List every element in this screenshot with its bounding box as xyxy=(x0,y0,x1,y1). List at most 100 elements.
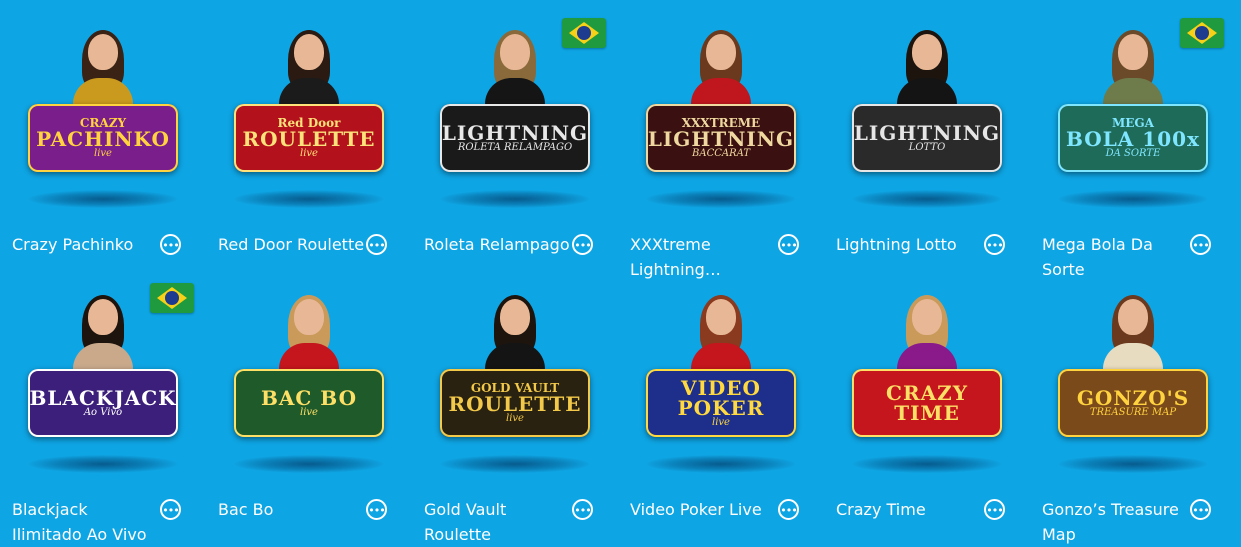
thumbnail-shadow xyxy=(646,190,796,208)
game-logo-text: LOTTO xyxy=(908,142,946,153)
dealer-face xyxy=(912,299,942,335)
game-thumbnail[interactable]: CRAZY TIME xyxy=(824,277,1030,482)
flag-globe xyxy=(1195,26,1209,40)
more-options-icon[interactable]: ••• xyxy=(984,499,1005,520)
more-options-icon[interactable]: ••• xyxy=(572,499,593,520)
more-options-icon[interactable]: ••• xyxy=(366,234,387,255)
game-title[interactable]: Red Door Roulette xyxy=(218,232,368,257)
game-tile[interactable]: BLACKJACK Ao Vivo Blackjack Ilimitado Ao V… xyxy=(0,277,206,544)
game-tile[interactable]: VIDEO POKER live Video Poker Live ••• xyxy=(618,277,824,542)
game-title[interactable]: Blackjack Ilimitado Ao Vivo xyxy=(12,497,162,547)
dealer-face xyxy=(706,299,736,335)
game-logo: Red Door ROULETTE live xyxy=(234,104,384,172)
game-tile[interactable]: LIGHTNING ROLETA RELAMPAGO Roleta Relampag… xyxy=(412,12,618,277)
game-thumbnail[interactable]: BLACKJACK Ao Vivo xyxy=(0,277,206,482)
game-title[interactable]: Video Poker Live xyxy=(630,497,780,522)
more-options-icon[interactable]: ••• xyxy=(160,234,181,255)
game-title[interactable]: Mega Bola Da Sorte xyxy=(1042,232,1192,282)
game-logo: MEGA BOLA 100x DA SORTE xyxy=(1058,104,1208,172)
flag-globe xyxy=(577,26,591,40)
game-logo: VIDEO POKER live xyxy=(646,369,796,437)
game-thumbnail[interactable]: CRAZY PACHINKO live xyxy=(0,12,206,217)
game-logo-text: VIDEO POKER xyxy=(677,376,765,420)
game-thumbnail[interactable]: LIGHTNING ROLETA RELAMPAGO xyxy=(412,12,618,217)
dealer-face xyxy=(88,299,118,335)
game-thumbnail[interactable]: BAC BO live xyxy=(206,277,412,482)
game-logo: XXXTREME LIGHTNING BACCARAT xyxy=(646,104,796,172)
game-tile[interactable]: GONZO'S TREASURE MAP Gonzo’s Treasure Map •… xyxy=(1030,277,1236,544)
game-title[interactable]: Gold Vault Roulette xyxy=(424,497,574,547)
thumbnail-shadow xyxy=(852,455,1002,473)
game-logo: CRAZY PACHINKO live xyxy=(28,104,178,172)
game-logo-text: live xyxy=(300,407,318,418)
game-logo-text: DA SORTE xyxy=(1105,148,1161,159)
game-logo-text: live xyxy=(300,148,318,159)
dealer-face xyxy=(294,299,324,335)
game-logo: CRAZY TIME xyxy=(852,369,1002,437)
more-options-icon[interactable]: ••• xyxy=(778,234,799,255)
game-thumbnail[interactable]: GONZO'S TREASURE MAP xyxy=(1030,277,1236,482)
game-thumbnail[interactable]: GOLD VAULT ROULETTE live xyxy=(412,277,618,482)
more-options-icon[interactable]: ••• xyxy=(1190,499,1211,520)
game-logo: LIGHTNING LOTTO xyxy=(852,104,1002,172)
game-logo: BAC BO live xyxy=(234,369,384,437)
thumbnail-shadow xyxy=(1058,190,1208,208)
dealer-face xyxy=(706,34,736,70)
game-tile[interactable]: CRAZY PACHINKO live Crazy Pachinko ••• xyxy=(0,12,206,277)
more-options-icon[interactable]: ••• xyxy=(160,499,181,520)
game-thumbnail[interactable]: XXXTREME LIGHTNING BACCARAT xyxy=(618,12,824,217)
game-logo-text: LIGHTNING xyxy=(647,127,795,151)
game-tile[interactable]: XXXTREME LIGHTNING BACCARAT XXXtreme Lightn… xyxy=(618,12,824,279)
game-logo-text: Ao Vivo xyxy=(83,407,123,418)
more-options-icon[interactable]: ••• xyxy=(572,234,593,255)
dealer-face xyxy=(500,299,530,335)
game-logo-text: ROLETA RELAMPAGO xyxy=(457,142,573,153)
game-logo-text: LIGHTNING xyxy=(853,121,1001,145)
game-title[interactable]: Crazy Pachinko xyxy=(12,232,162,257)
game-title[interactable]: Crazy Time xyxy=(836,497,986,522)
game-logo-text: BOLA 100x xyxy=(1066,127,1200,151)
dealer-face xyxy=(294,34,324,70)
game-thumbnail[interactable]: Red Door ROULETTE live xyxy=(206,12,412,217)
dealer-face xyxy=(912,34,942,70)
game-tile[interactable]: GOLD VAULT ROULETTE live Gold Vault Roulett… xyxy=(412,277,618,544)
more-options-icon[interactable]: ••• xyxy=(366,499,387,520)
game-grid: CRAZY PACHINKO live Crazy Pachinko ••• Red Do… xyxy=(0,0,1241,544)
game-logo-text: LIGHTNING xyxy=(441,121,589,145)
more-options-icon[interactable]: ••• xyxy=(778,499,799,520)
game-tile[interactable]: CRAZY TIME Crazy Time ••• xyxy=(824,277,1030,542)
game-logo-text: ROULETTE xyxy=(242,127,376,151)
game-logo-text: BLACKJACK xyxy=(29,386,177,410)
dealer-face xyxy=(1118,34,1148,70)
game-logo-text: live xyxy=(506,413,524,424)
dealer-face xyxy=(1118,299,1148,335)
more-options-icon[interactable]: ••• xyxy=(1190,234,1211,255)
thumbnail-shadow xyxy=(234,455,384,473)
game-title[interactable]: Roleta Relampago xyxy=(424,232,574,257)
game-tile[interactable]: MEGA BOLA 100x DA SORTE Mega Bola Da Sorte •… xyxy=(1030,12,1236,279)
thumbnail-shadow xyxy=(440,455,590,473)
thumbnail-shadow xyxy=(440,190,590,208)
game-logo-text: ROULETTE xyxy=(448,392,582,416)
thumbnail-shadow xyxy=(1058,455,1208,473)
game-title[interactable]: Lightning Lotto xyxy=(836,232,986,257)
brazil-flag-icon xyxy=(150,283,194,313)
thumbnail-shadow xyxy=(646,455,796,473)
game-tile[interactable]: BAC BO live Bac Bo ••• xyxy=(206,277,412,542)
game-thumbnail[interactable]: LIGHTNING LOTTO xyxy=(824,12,1030,217)
game-logo-text: live xyxy=(712,417,730,428)
game-thumbnail[interactable]: VIDEO POKER live xyxy=(618,277,824,482)
game-title[interactable]: Bac Bo xyxy=(218,497,368,522)
game-thumbnail[interactable]: MEGA BOLA 100x DA SORTE xyxy=(1030,12,1236,217)
dealer-face xyxy=(500,34,530,70)
game-logo: GOLD VAULT ROULETTE live xyxy=(440,369,590,437)
brazil-flag-icon xyxy=(1180,18,1224,48)
game-title[interactable]: XXXtreme Lightning… xyxy=(630,232,780,282)
game-logo: LIGHTNING ROLETA RELAMPAGO xyxy=(440,104,590,172)
thumbnail-shadow xyxy=(28,190,178,208)
more-options-icon[interactable]: ••• xyxy=(984,234,1005,255)
thumbnail-shadow xyxy=(28,455,178,473)
game-title[interactable]: Gonzo’s Treasure Map xyxy=(1042,497,1192,547)
game-tile[interactable]: LIGHTNING LOTTO Lightning Lotto ••• xyxy=(824,12,1030,277)
game-tile[interactable]: Red Door ROULETTE live Red Door Roulette ••• xyxy=(206,12,412,277)
